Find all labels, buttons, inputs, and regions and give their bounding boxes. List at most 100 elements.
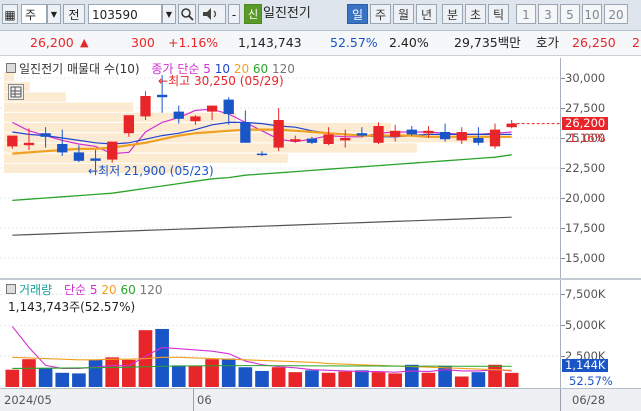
interval-1[interactable]: 1: [516, 4, 536, 24]
tab-minute[interactable]: 분: [442, 4, 463, 24]
interval-10[interactable]: 10: [582, 4, 602, 24]
interval-5[interactable]: 5: [560, 4, 580, 24]
volume-bar: [305, 370, 319, 387]
low-annotation: ←최저 21,900 (05/23): [88, 164, 214, 178]
candle-body: [107, 141, 118, 160]
candle-body: [140, 96, 151, 117]
volume-bar: [371, 372, 386, 387]
volume-bar: [55, 372, 70, 387]
candle-body: [406, 129, 417, 135]
candle-body: [40, 133, 51, 137]
y-tick-label: 20,000: [565, 191, 606, 205]
current-price-tag: 26,200: [562, 116, 609, 130]
y-tick-label: 15,000: [565, 251, 606, 265]
x-label-end: 06/28: [572, 393, 606, 407]
candle-body: [439, 132, 451, 140]
y-tick-mark: [561, 258, 565, 259]
tab-second[interactable]: 초: [465, 4, 486, 24]
price-chart-panel[interactable]: 일진전기 매물대 수(10) 종가 단순 5 10 20 60 120 ←최고 …: [0, 58, 560, 278]
prev-button[interactable]: 전: [63, 4, 85, 24]
volume-bar: [88, 359, 103, 387]
volume-bar: [421, 372, 436, 387]
menu-icon[interactable]: ▦: [2, 4, 18, 24]
y-tick-mark: [561, 228, 565, 229]
volume-bar: [488, 364, 502, 387]
candle-body: [240, 122, 251, 143]
volume-bar: [355, 370, 369, 387]
month-divider: [193, 389, 194, 411]
volume-y-tick-mark: [561, 356, 565, 358]
market-dropdown-icon[interactable]: ▼: [47, 4, 61, 24]
volume-y-tick-label: 5,000K: [565, 318, 606, 333]
y-tick-mark: [561, 198, 565, 199]
volume-bar: [338, 371, 353, 387]
market-select[interactable]: 주: [21, 4, 47, 24]
code-dropdown-icon[interactable]: ▼: [162, 4, 176, 24]
candle-body: [306, 138, 318, 143]
volume-bar: [171, 365, 186, 387]
legend-title: 일진전기 매물대 수(10): [19, 62, 140, 76]
candle-body: [123, 115, 134, 134]
volume-legend: 거래량 단순 5 20 60 120: [6, 283, 162, 297]
low-label: 최저 21,900 (05/23): [98, 164, 214, 178]
volume-y-tick-mark: [561, 325, 565, 327]
candle-body: [356, 133, 368, 136]
up-arrow-icon: ▲: [80, 36, 89, 49]
candle-body: [323, 134, 334, 144]
ma120-line: [12, 216, 512, 236]
candle-body: [57, 144, 68, 153]
credit-badge: 신: [244, 4, 262, 24]
tab-tick[interactable]: 틱: [488, 4, 509, 24]
candle-body: [423, 130, 434, 134]
vol-ma120-label: 120: [139, 283, 163, 297]
stock-code-input[interactable]: 103590: [88, 4, 162, 24]
vol-ma20-label: 20: [101, 283, 117, 297]
dash-button[interactable]: -: [228, 4, 240, 24]
candle-body: [256, 153, 268, 156]
volume-legend-title: 거래량: [19, 283, 53, 297]
volume-bar: [288, 372, 303, 387]
volume-bar: [221, 358, 236, 387]
y-tick-mark: [561, 108, 565, 109]
current-price: 26,200: [30, 35, 74, 50]
tab-weekly[interactable]: 주: [370, 4, 391, 24]
vol-ma5-label: 5: [89, 283, 98, 297]
candle-body: [206, 105, 218, 112]
market-label: 주: [25, 8, 37, 22]
high-label: 최고 30,250 (05/29): [168, 74, 284, 88]
vol-ma-prefix: 단순: [63, 283, 87, 297]
candle-body: [190, 116, 201, 122]
volume-bar: [205, 359, 219, 387]
y-tick-mark: [561, 138, 565, 139]
grid-toggle-icon[interactable]: [8, 84, 24, 100]
tab-monthly[interactable]: 월: [393, 4, 414, 24]
x-label-start: 2024/05: [4, 393, 52, 407]
volume-profile-bar: [4, 153, 288, 163]
price-chart[interactable]: [0, 58, 560, 278]
candle-body: [473, 138, 484, 143]
x-axis-bar[interactable]: 2024/05 06 06/28: [0, 388, 641, 411]
candle-body: [23, 142, 35, 146]
candle-body: [373, 126, 384, 143]
left-arrow-icon: ←: [158, 74, 169, 88]
volume-y-axis[interactable]: 7,500K 5,000K 2,500K 1,144K 52.57%: [560, 280, 641, 388]
search-icon[interactable]: [178, 4, 196, 24]
tab-daily[interactable]: 일: [347, 4, 368, 24]
volume-bar: [504, 372, 519, 387]
tab-yearly[interactable]: 년: [416, 4, 437, 24]
axis-divider: [560, 389, 561, 411]
y-tick-label: 30,000: [565, 71, 606, 85]
interval-3[interactable]: 3: [538, 4, 558, 24]
volume-bar: [438, 366, 452, 387]
volume-chart-panel[interactable]: 거래량 단순 5 20 60 120 1,143,743주(52.57%): [0, 280, 560, 388]
speaker-icon[interactable]: [198, 4, 226, 24]
y-tick-mark: [561, 168, 565, 169]
legend-icon: [6, 284, 16, 294]
toolbar: ▦ 주 ▼ 전 103590 ▼ - 신 일진전기 일 주 월 년 분 초 틱 …: [0, 0, 641, 31]
price-change: 300: [131, 35, 155, 50]
interval-20[interactable]: 20: [604, 4, 628, 24]
volume-info: 1,143,743주(52.57%): [8, 300, 136, 314]
candle-body: [506, 123, 517, 128]
price-change-pct: +1.16%: [168, 35, 219, 50]
price-y-axis[interactable]: 30,000 27,500 25,000 22,500 20,000 17,500 15,0…: [560, 58, 641, 278]
